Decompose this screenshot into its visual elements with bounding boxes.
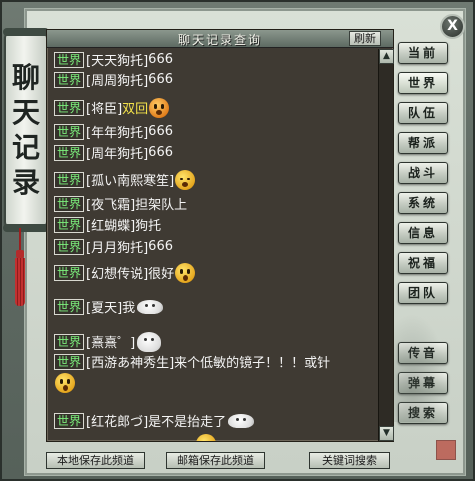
message-row: 世界 [将臣] 双回 (54, 97, 170, 118)
channel-tag[interactable]: 世界 (54, 71, 85, 88)
message-row: 世界 [周年狗托] 666 (54, 143, 173, 162)
speaker-name[interactable]: [月月狗托] (86, 237, 148, 256)
message-text: 我 (122, 301, 136, 316)
chat-log-scroll-tab: 聊天记录 (3, 28, 49, 232)
tab-current[interactable]: 当前 (398, 42, 448, 64)
message-row: 世界 [幻想传说] 很好 (54, 262, 196, 283)
message-text: 很好 (148, 267, 175, 282)
save-mail-button[interactable]: 邮箱保存此频道 (166, 452, 265, 469)
channel-tag[interactable]: 世界 (54, 264, 85, 281)
scroll-up-arrow-icon[interactable]: ▲ (379, 49, 394, 64)
message-row: 世界 [红蝴蝶] 狗托 (54, 215, 161, 234)
message-row: 世界 [孤い南熙寒笙] (54, 169, 196, 190)
tab-system[interactable]: 系统 (398, 192, 448, 214)
message-text: 是不是抬走了 (148, 415, 227, 430)
channel-tag[interactable]: 世界 (54, 238, 85, 255)
message-row: 世界 [西游あ神秀生] 来个低敏的镜子！！！或针 (54, 352, 330, 371)
message-continuation (54, 372, 75, 393)
channel-tag[interactable]: 世界 (54, 195, 85, 212)
message-row: 世界 [熹熹゜] (54, 331, 162, 352)
channel-tag[interactable]: 世界 (54, 51, 85, 68)
surprised-face-icon (55, 372, 75, 393)
speaker-name[interactable]: [红蝴蝶] (86, 215, 135, 234)
speaker-name[interactable]: [周周狗托] (86, 70, 148, 89)
channel-tag[interactable]: 世界 (54, 412, 85, 429)
bun-face-icon (228, 413, 255, 428)
smiley-face-icon (196, 433, 216, 441)
tab-info[interactable]: 信息 (398, 222, 448, 244)
speaker-name[interactable]: [年年狗托] (86, 122, 148, 141)
channel-tag[interactable]: 世界 (54, 353, 85, 370)
scroll-down-arrow-icon[interactable]: ▼ (379, 426, 394, 441)
message-scrollbar[interactable]: ▲ ▼ (378, 49, 394, 441)
speaker-name[interactable]: [孤い南熙寒笙] (86, 170, 174, 189)
bun-face-icon (137, 299, 164, 314)
bun-face-icon (137, 331, 162, 352)
message-row: 世界 [月月狗托] 666 (54, 237, 173, 256)
yawn-face-icon (175, 169, 196, 190)
tab-battle[interactable]: 战斗 (398, 162, 448, 184)
keyword-search-button[interactable]: 关键词搜索 (309, 452, 390, 469)
seal-stamp-icon (436, 440, 456, 460)
tab-world[interactable]: 世界 (398, 72, 448, 94)
channel-tag[interactable]: 世界 (54, 333, 85, 350)
speaker-name[interactable]: [幻想传说] (86, 263, 148, 282)
message-text: 666 (148, 72, 173, 87)
message-text: 666 (148, 52, 173, 67)
message-row: 世界 [夏天] 我 (54, 297, 164, 316)
message-row: 世界 [年年狗托] 666 (54, 122, 173, 141)
speaker-name[interactable]: [西游あ神秀生] (86, 352, 174, 371)
message-text: 狗托 (135, 219, 162, 234)
partial-emote (195, 433, 216, 441)
chat-log-title: 聊天记录 (11, 61, 40, 199)
message-text: 666 (148, 145, 173, 160)
panel-header: 聊天记录查询 刷新 (47, 30, 393, 48)
message-list[interactable]: 世界 [天天狗托] 666 世界 [周周狗托] 666 世界 [将臣] 双回 世… (47, 49, 377, 441)
channel-tag[interactable]: 世界 (54, 298, 85, 315)
channel-tag[interactable]: 世界 (54, 99, 85, 116)
speaker-name[interactable]: [夏天] (86, 297, 122, 316)
close-button[interactable]: X (440, 14, 465, 39)
chat-log-window: 聊天记录 X 聊天记录查询 刷新 世界 [天天狗托] 666 世界 [周周狗托]… (0, 0, 475, 481)
message-row: 世界 [夜飞霜] 担架队上 (54, 194, 187, 213)
channel-tag[interactable]: 世界 (54, 216, 85, 233)
message-row: 世界 [红花郎づ] 是不是抬走了 (54, 411, 255, 430)
save-local-button[interactable]: 本地保存此频道 (46, 452, 145, 469)
speaker-name[interactable]: [夜飞霜] (86, 194, 135, 213)
message-text: 666 (148, 124, 173, 139)
tab-group[interactable]: 团队 (398, 282, 448, 304)
message-row: 世界 [天天狗托] 666 (54, 50, 173, 69)
panel-title: 聊天记录查询 (177, 33, 262, 47)
speaker-name[interactable]: [熹熹゜] (86, 332, 135, 351)
speaker-name[interactable]: [天天狗托] (86, 50, 148, 69)
message-text: 来个低敏的镜子！！！或针 (174, 356, 331, 371)
channel-tag[interactable]: 世界 (54, 144, 85, 161)
tab-guild[interactable]: 帮派 (398, 132, 448, 154)
channel-tag[interactable]: 世界 (54, 123, 85, 140)
channel-tag[interactable]: 世界 (54, 171, 85, 188)
message-text: 双回 (122, 102, 149, 117)
message-text: 担架队上 (135, 198, 188, 213)
tassel-decoration (14, 228, 26, 308)
message-text: 666 (148, 239, 173, 254)
tab-blessing[interactable]: 祝福 (398, 252, 448, 274)
chat-history-panel: 聊天记录查询 刷新 世界 [天天狗托] 666 世界 [周周狗托] 666 世界… (46, 29, 394, 442)
background-landscape (394, 302, 454, 422)
angry-face-icon (149, 97, 170, 118)
speaker-name[interactable]: [周年狗托] (86, 143, 148, 162)
message-row: 世界 [周周狗托] 666 (54, 70, 173, 89)
refresh-button[interactable]: 刷新 (349, 31, 381, 46)
tab-team[interactable]: 队伍 (398, 102, 448, 124)
speaker-name[interactable]: [红花郎づ] (86, 411, 148, 430)
surprised-face-icon (175, 262, 196, 283)
speaker-name[interactable]: [将臣] (86, 98, 122, 117)
